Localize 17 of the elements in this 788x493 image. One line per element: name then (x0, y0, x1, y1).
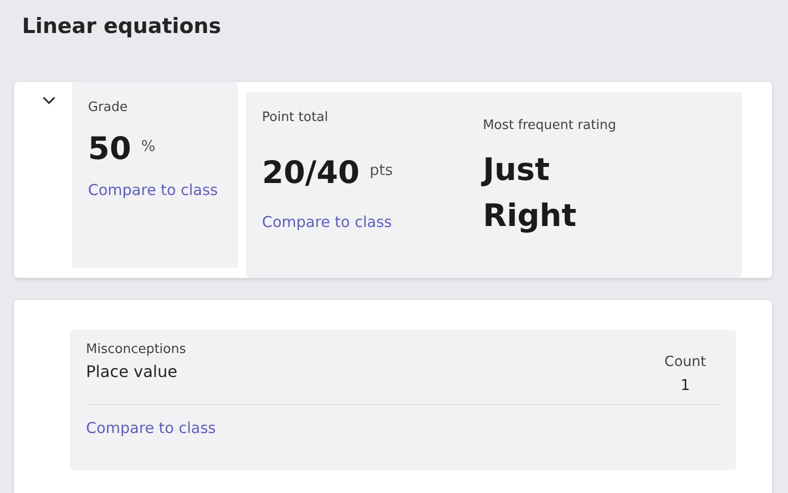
column-header: Count (664, 354, 706, 370)
table-cell-text: Place value (86, 362, 178, 383)
column-header: Misconceptions (86, 342, 186, 359)
page-title: Linear equations (22, 14, 222, 40)
points-label: Point total (262, 110, 330, 125)
grade-label: Grade (88, 100, 129, 115)
points-unit: pts (370, 161, 393, 179)
points-value: 20/40 (262, 155, 360, 191)
grade-value: 50 (88, 131, 132, 167)
rating-label: Most frequent rating (482, 118, 616, 133)
compare-link[interactable]: Compare to class (86, 419, 216, 437)
compare-link[interactable]: Compare to class (262, 213, 392, 231)
rating-value: Just Right (482, 151, 578, 236)
compare-link[interactable]: Compare to class (88, 181, 218, 199)
grade-unit: % (141, 137, 156, 155)
chevron-icon[interactable] (42, 96, 56, 105)
table-cell: 1 (680, 376, 690, 394)
